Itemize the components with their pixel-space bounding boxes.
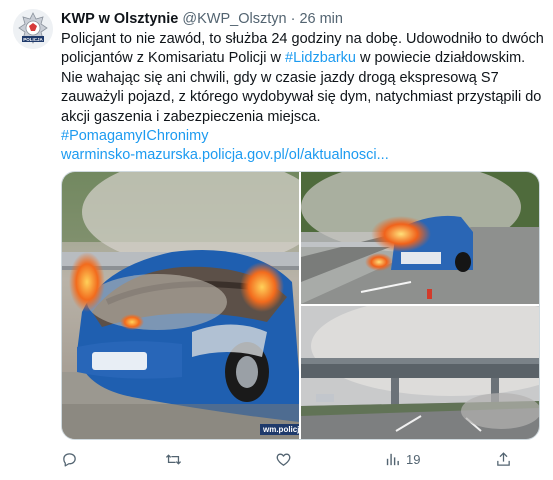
tweet-actions: 19 [61,448,541,470]
svg-text:POLICJA: POLICJA [23,37,43,42]
avatar[interactable]: POLICJA [13,9,53,49]
tweet-text: Policjant to nie zawód, to służba 24 god… [61,30,544,166]
heart-icon [276,453,291,466]
views-icon [386,453,399,465]
hashtag-lidzbarku[interactable]: #Lidzbarku [285,50,356,66]
article-link[interactable]: warminsko-mazurska.policja.gov.pl/ol/akt… [61,146,541,165]
tweet: POLICJA KWP w Olsztynie @KWP_Olsztyn · 2… [0,0,553,480]
timestamp[interactable]: · 26 min [291,11,343,27]
tweet-header: KWP w Olsztynie @KWP_Olsztyn · 26 min [61,10,343,28]
reply-button[interactable] [61,448,78,470]
photo-car-on-highway[interactable] [301,172,539,304]
views-button[interactable]: 19 [384,448,420,470]
tweet-line-1: Policjant to nie zawód, to służba 24 god… [61,31,544,47]
tweet-line-4: zauważyli pojazd, z którego wydobywał si… [61,89,542,106]
tweet-line-2: policjantów z Komisariatu Policji w #Lid… [61,49,541,68]
like-button[interactable] [275,448,292,470]
author-handle[interactable]: @KWP_Olsztyn [182,11,286,27]
watermark: wm.policj [260,424,299,435]
views-count: 19 [406,451,421,467]
hashtag-pomagamy[interactable]: #PomagamyIChronimy [61,127,541,146]
retweet-button[interactable] [165,448,182,470]
tweet-line-5: akcji gaszenia i zabezpieczenia miejsca. [61,108,321,125]
share-button[interactable] [495,448,512,470]
reply-icon [63,452,76,467]
share-icon [497,451,510,466]
tweet-line-3: Nie wahając się ani chwili, gdy w czasie… [61,69,499,86]
retweet-icon [165,453,182,465]
tweet-text-segment: w powiecie działdowskim. [355,50,526,67]
tweet-text-segment: policjantów z Komisariatu Policji w [61,50,286,67]
photo-burning-car-closeup[interactable]: wm.policj [62,172,299,439]
media-grid: wm.policj [61,171,540,440]
photo-overpass-smoke[interactable] [301,306,539,439]
author-name[interactable]: KWP w Olsztynie [61,11,178,27]
police-badge-icon: POLICJA [13,9,53,49]
